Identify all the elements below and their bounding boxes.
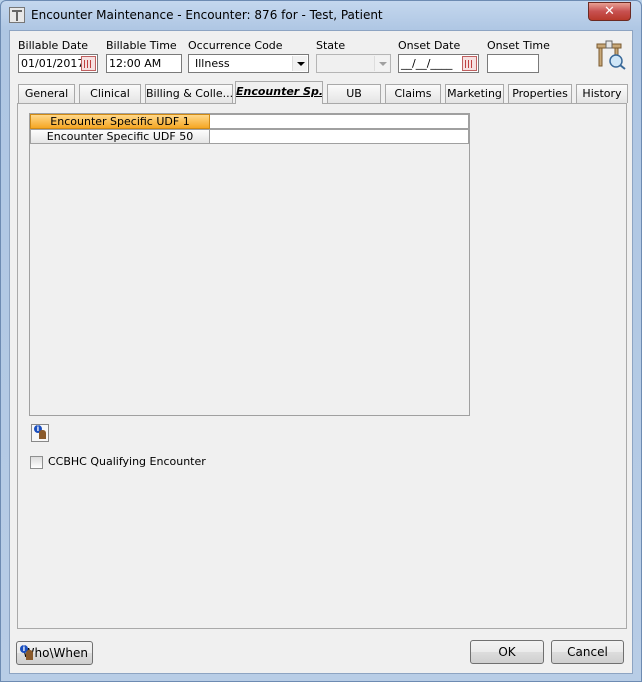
encounter-maintenance-window: Encounter Maintenance - Encounter: 876 f… (0, 0, 642, 682)
client-area: Billable Date 01/01/2017 Billable Time 1… (9, 30, 633, 674)
onset-date-value: __/__/____ (401, 57, 453, 70)
tab-history[interactable]: History (576, 84, 628, 103)
udf-row-name[interactable]: Encounter Specific UDF 50 (30, 129, 210, 144)
info-person-icon (20, 645, 36, 661)
ok-button[interactable]: OK (470, 640, 544, 664)
billable-date-value: 01/01/2017 (21, 57, 85, 70)
billable-time-field[interactable]: 12:00 AM (106, 54, 182, 73)
udf-grid[interactable]: Encounter Specific UDF 1 Encounter Speci… (29, 113, 470, 416)
chevron-down-icon[interactable] (292, 56, 307, 71)
encounter-specific-panel: Encounter Specific UDF 1 Encounter Speci… (17, 103, 627, 629)
onset-time-label: Onset Time (487, 39, 550, 52)
tab-strip: General Clinical Billing & Colle... Enco… (18, 81, 628, 104)
billable-date-field[interactable]: 01/01/2017 (18, 54, 98, 73)
window-app-icon (9, 7, 25, 23)
occurrence-code-label: Occurrence Code (188, 39, 283, 52)
onset-time-field[interactable] (487, 54, 539, 73)
udf-row-value[interactable] (210, 114, 469, 129)
occurrence-code-value: Illness (195, 57, 230, 70)
tab-billing-collections[interactable]: Billing & Colle... (145, 84, 233, 103)
cancel-button[interactable]: Cancel (551, 640, 624, 664)
tab-encounter-specific[interactable]: Encounter Sp... (235, 81, 323, 104)
onset-date-label: Onset Date (398, 39, 461, 52)
state-select[interactable] (316, 54, 391, 73)
encounter-tools-icon[interactable] (595, 40, 627, 70)
state-label: State (316, 39, 346, 52)
whowhen-button[interactable]: Who\When (16, 641, 93, 665)
tab-general[interactable]: General (18, 84, 75, 103)
info-person-icon[interactable] (31, 424, 49, 442)
tab-ub[interactable]: UB (327, 84, 381, 103)
occurrence-code-select[interactable]: Illness (188, 54, 309, 73)
tab-clinical[interactable]: Clinical (79, 84, 141, 103)
onset-date-calendar-icon[interactable] (462, 56, 477, 71)
close-button[interactable]: ✕ (588, 2, 631, 21)
ccbhc-checkbox[interactable] (30, 456, 43, 469)
udf-row[interactable]: Encounter Specific UDF 50 (30, 129, 469, 144)
ccbhc-label: CCBHC Qualifying Encounter (48, 455, 206, 468)
udf-row-name[interactable]: Encounter Specific UDF 1 (30, 114, 210, 129)
chevron-down-icon[interactable] (374, 56, 389, 71)
title-bar[interactable]: Encounter Maintenance - Encounter: 876 f… (1, 1, 641, 29)
udf-row-value[interactable] (210, 129, 469, 144)
billable-date-label: Billable Date (18, 39, 89, 52)
onset-date-field[interactable]: __/__/____ (398, 54, 479, 73)
billable-date-calendar-icon[interactable] (81, 56, 96, 71)
tab-claims[interactable]: Claims (385, 84, 441, 103)
billable-time-label: Billable Time (106, 39, 177, 52)
tab-marketing[interactable]: Marketing (445, 84, 504, 103)
udf-row[interactable]: Encounter Specific UDF 1 (30, 114, 469, 129)
tab-properties[interactable]: Properties (508, 84, 572, 103)
window-title: Encounter Maintenance - Encounter: 876 f… (31, 8, 383, 22)
